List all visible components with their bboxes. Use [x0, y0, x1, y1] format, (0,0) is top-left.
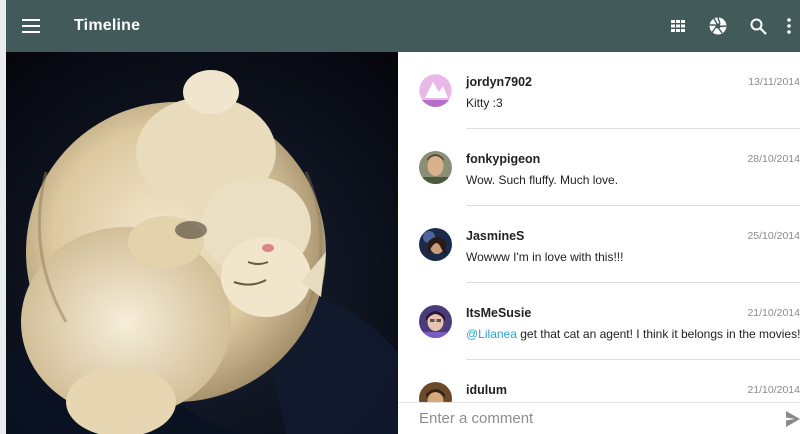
- comment-body: Kitty :3: [466, 96, 503, 110]
- comment-username[interactable]: ItsMeSusie: [466, 306, 531, 320]
- comment-username[interactable]: jordyn7902: [466, 75, 532, 89]
- comment-body: Wow. Such fluffy. Much love.: [466, 173, 619, 187]
- search-icon: [750, 18, 767, 35]
- comment-item: idulum 21/10/2014: [398, 360, 800, 402]
- comment-username[interactable]: idulum: [466, 383, 507, 397]
- comment-username[interactable]: fonkypigeon: [466, 152, 540, 166]
- avatar[interactable]: [419, 382, 452, 402]
- page-title: Timeline: [74, 17, 141, 34]
- comment-date: 25/10/2014: [747, 230, 800, 242]
- comment-text: Wow. Such fluffy. Much love.: [466, 173, 618, 187]
- menu-button[interactable]: [8, 0, 54, 52]
- comment-date: 21/10/2014: [747, 307, 800, 319]
- comment-text: Wowww I'm in love with this!!!: [466, 250, 623, 264]
- grid-icon: [671, 20, 685, 32]
- comment-date: 28/10/2014: [747, 153, 800, 165]
- comment-date: 21/10/2014: [747, 384, 800, 396]
- avatar[interactable]: [419, 74, 452, 107]
- app-window: Timeline jordyn7902 13/11/2014 Kitty:3 …: [0, 0, 800, 434]
- cat-photo: [6, 52, 398, 434]
- comment-item: jordyn7902 13/11/2014 Kitty :3: [398, 52, 800, 129]
- comment-body: get that cat an agent! I think it belong…: [516, 327, 800, 341]
- avatar[interactable]: [419, 151, 452, 184]
- comment-item: ItsMeSusie 21/10/2014 @Lilanea get that …: [398, 283, 800, 360]
- comment-username[interactable]: JasmineS: [466, 229, 524, 243]
- comment-composer: [398, 402, 800, 434]
- comment-input[interactable]: [419, 410, 759, 427]
- aperture-icon: [709, 17, 727, 35]
- comments-list[interactable]: jordyn7902 13/11/2014 Kitty :3 fonkypige…: [398, 52, 800, 402]
- comment-text: @Lilanea get that cat an agent! I think …: [466, 327, 800, 341]
- avatar[interactable]: [419, 228, 452, 261]
- comment-date: 13/11/2014: [748, 76, 800, 88]
- comment-body: Wowww I'm in love with this!!!: [466, 250, 624, 264]
- comment-item: JasmineS 25/10/2014 Wowww I'm in love wi…: [398, 206, 800, 283]
- grid-view-button[interactable]: [658, 0, 698, 52]
- toolbar-actions: [658, 0, 800, 52]
- send-icon: [786, 411, 800, 427]
- more-options-button[interactable]: [778, 0, 800, 52]
- comment-item: fonkypigeon 28/10/2014 Wow. Such fluffy.…: [398, 129, 800, 206]
- search-button[interactable]: [738, 0, 778, 52]
- camera-button[interactable]: [698, 0, 738, 52]
- more-vert-icon: [787, 18, 791, 34]
- comment-text: Kitty :3: [466, 96, 503, 110]
- send-button[interactable]: [786, 411, 800, 432]
- avatar[interactable]: [419, 305, 452, 338]
- user-mention-link[interactable]: @Lilanea: [466, 327, 517, 341]
- app-toolbar: Timeline: [6, 0, 800, 52]
- menu-icon: [22, 19, 40, 33]
